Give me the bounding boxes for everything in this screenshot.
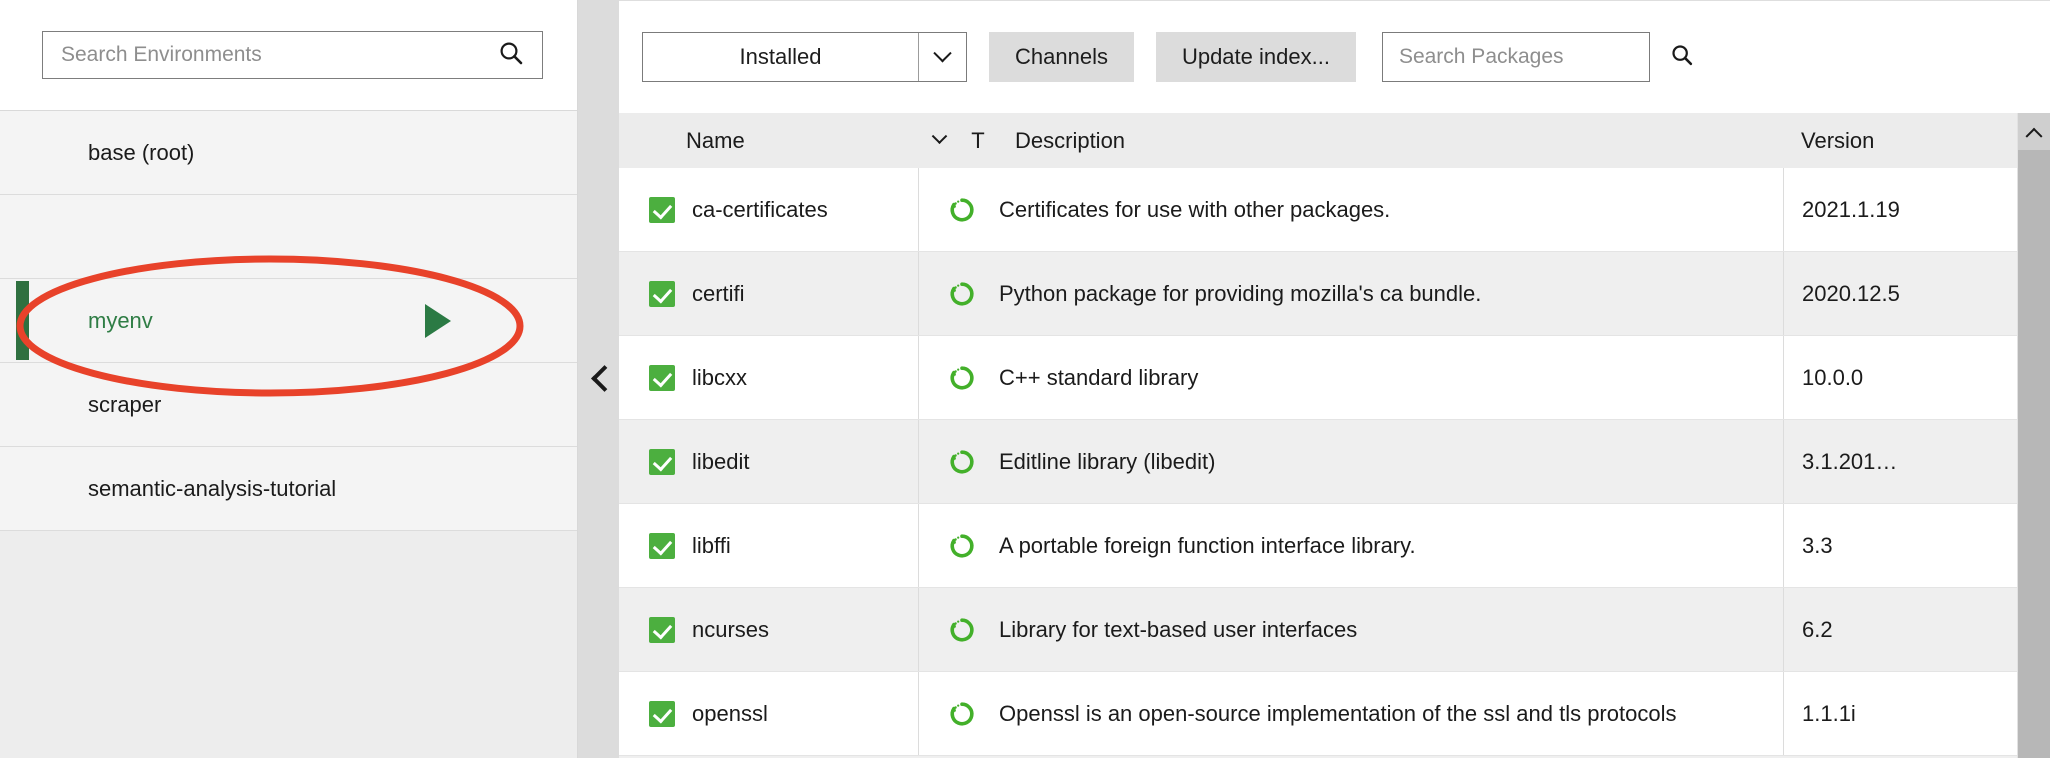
- package-name: openssl: [692, 700, 768, 726]
- scroll-up-button[interactable]: [2018, 113, 2050, 150]
- package-name-cell: libcxx: [619, 336, 919, 419]
- packages-panel: Installed Channels Update index... Searc…: [619, 0, 2050, 758]
- environments-list-empty-space: [0, 531, 577, 758]
- package-version: 3.1.201…: [1783, 420, 2017, 503]
- package-version: 3.3: [1783, 504, 2017, 587]
- conda-package-icon: [919, 197, 997, 223]
- package-description: A portable foreign function interface li…: [999, 532, 1416, 558]
- environment-name: myenv: [88, 307, 153, 333]
- package-description: Certificates for use with other packages…: [999, 196, 1391, 222]
- table-row[interactable]: openssl Openssl is an open-source implem…: [619, 672, 2017, 756]
- packages-table: Name T Description Version ca-certificat…: [619, 113, 2017, 758]
- environments-panel: base (root) myenv scraper semantic-analy…: [0, 0, 578, 758]
- search-icon: [498, 40, 524, 71]
- environments-list[interactable]: base (root) myenv scraper semantic-analy…: [0, 110, 577, 758]
- package-name-cell: libedit: [619, 420, 919, 503]
- search-packages-box[interactable]: [1381, 32, 1693, 82]
- package-installed-checkbox[interactable]: [649, 280, 675, 307]
- table-row[interactable]: certifi Python package for providing moz…: [619, 252, 2017, 336]
- scrollbar-thumb[interactable]: [2018, 150, 2050, 758]
- search-environments-input[interactable]: [61, 43, 498, 67]
- package-version: 1.1.1i: [1783, 672, 2017, 755]
- conda-package-icon: [919, 281, 997, 307]
- play-icon[interactable]: [425, 303, 451, 338]
- packages-table-header: Name T Description Version: [619, 113, 2017, 168]
- packages-toolbar: Installed Channels Update index...: [619, 1, 2050, 113]
- package-description: Openssl is an open-source implementation…: [999, 700, 1677, 726]
- package-name-cell: ca-certificates: [619, 168, 919, 251]
- package-description: C++ standard library: [999, 364, 1199, 390]
- package-name-cell: ncurses: [619, 588, 919, 671]
- package-name: ca-certificates: [692, 196, 828, 222]
- environment-list-item-scraper[interactable]: scraper: [0, 363, 577, 447]
- chevron-left-icon[interactable]: [590, 364, 608, 394]
- package-version: 2021.1.19: [1783, 168, 2017, 251]
- package-installed-checkbox[interactable]: [649, 616, 675, 643]
- package-name-cell: openssl: [619, 672, 919, 755]
- environment-list-item-myenv[interactable]: myenv: [0, 279, 577, 363]
- package-name: certifi: [692, 280, 745, 306]
- environment-list-item[interactable]: base (root): [0, 111, 577, 195]
- package-name: libffi: [692, 532, 731, 558]
- package-installed-checkbox[interactable]: [649, 700, 675, 727]
- environment-list-item-empty[interactable]: [0, 195, 577, 279]
- package-name: libedit: [692, 448, 750, 474]
- column-header-version[interactable]: Version: [1783, 128, 2017, 154]
- table-row[interactable]: libedit Editline library (libedit) 3.1.2…: [619, 420, 2017, 504]
- package-installed-checkbox[interactable]: [649, 364, 675, 391]
- package-installed-checkbox[interactable]: [649, 196, 675, 223]
- package-version: 6.2: [1783, 588, 2017, 671]
- column-header-name[interactable]: Name: [619, 128, 919, 154]
- environments-search-container: [0, 0, 577, 110]
- conda-package-icon: [919, 449, 997, 475]
- environment-name: base (root): [88, 139, 195, 165]
- packages-vertical-scrollbar[interactable]: [2017, 113, 2050, 758]
- package-filter-value: Installed: [739, 44, 822, 69]
- search-packages-input[interactable]: [1398, 45, 1670, 69]
- table-row[interactable]: ncurses Library for text-based user inte…: [619, 588, 2017, 672]
- column-header-type[interactable]: T: [959, 128, 997, 154]
- column-header-description[interactable]: Description: [997, 128, 1783, 154]
- search-icon: [1670, 43, 1694, 72]
- channels-button[interactable]: Channels: [989, 32, 1134, 82]
- environment-list-item-semantic-analysis-tutorial[interactable]: semantic-analysis-tutorial: [0, 447, 577, 531]
- conda-package-icon: [919, 365, 997, 391]
- package-installed-checkbox[interactable]: [649, 448, 675, 475]
- package-installed-checkbox[interactable]: [649, 532, 675, 559]
- table-row[interactable]: ca-certificates Certificates for use wit…: [619, 168, 2017, 252]
- conda-package-icon: [919, 533, 997, 559]
- package-name-cell: libffi: [619, 504, 919, 587]
- table-row[interactable]: libcxx C++ standard library 10.0.0: [619, 336, 2017, 420]
- chevron-down-icon[interactable]: [919, 128, 959, 146]
- package-name: ncurses: [692, 616, 770, 642]
- package-description: Python package for providing mozilla's c…: [999, 280, 1482, 306]
- package-version: 10.0.0: [1783, 336, 2017, 419]
- packages-table-area: Name T Description Version ca-certificat…: [619, 113, 2050, 758]
- panel-splitter[interactable]: [578, 0, 619, 758]
- package-description: Library for text-based user interfaces: [999, 616, 1358, 642]
- chevron-down-icon[interactable]: [918, 33, 966, 81]
- anaconda-navigator-environments-screen: base (root) myenv scraper semantic-analy…: [0, 0, 2050, 758]
- conda-package-icon: [919, 701, 997, 727]
- environment-name: scraper: [88, 391, 162, 417]
- package-filter-select[interactable]: Installed: [642, 32, 967, 82]
- conda-package-icon: [919, 617, 997, 643]
- search-environments-box[interactable]: [42, 31, 543, 79]
- package-description: Editline library (libedit): [999, 448, 1216, 474]
- environment-selected-indicator: [16, 281, 29, 360]
- chevron-up-icon: [2025, 127, 2043, 145]
- update-index-button[interactable]: Update index...: [1155, 32, 1356, 82]
- package-version: 2020.12.5: [1783, 252, 2017, 335]
- package-name: libcxx: [692, 364, 748, 390]
- package-name-cell: certifi: [619, 252, 919, 335]
- environment-name: semantic-analysis-tutorial: [88, 475, 337, 501]
- table-row[interactable]: libffi A portable foreign function inter…: [619, 504, 2017, 588]
